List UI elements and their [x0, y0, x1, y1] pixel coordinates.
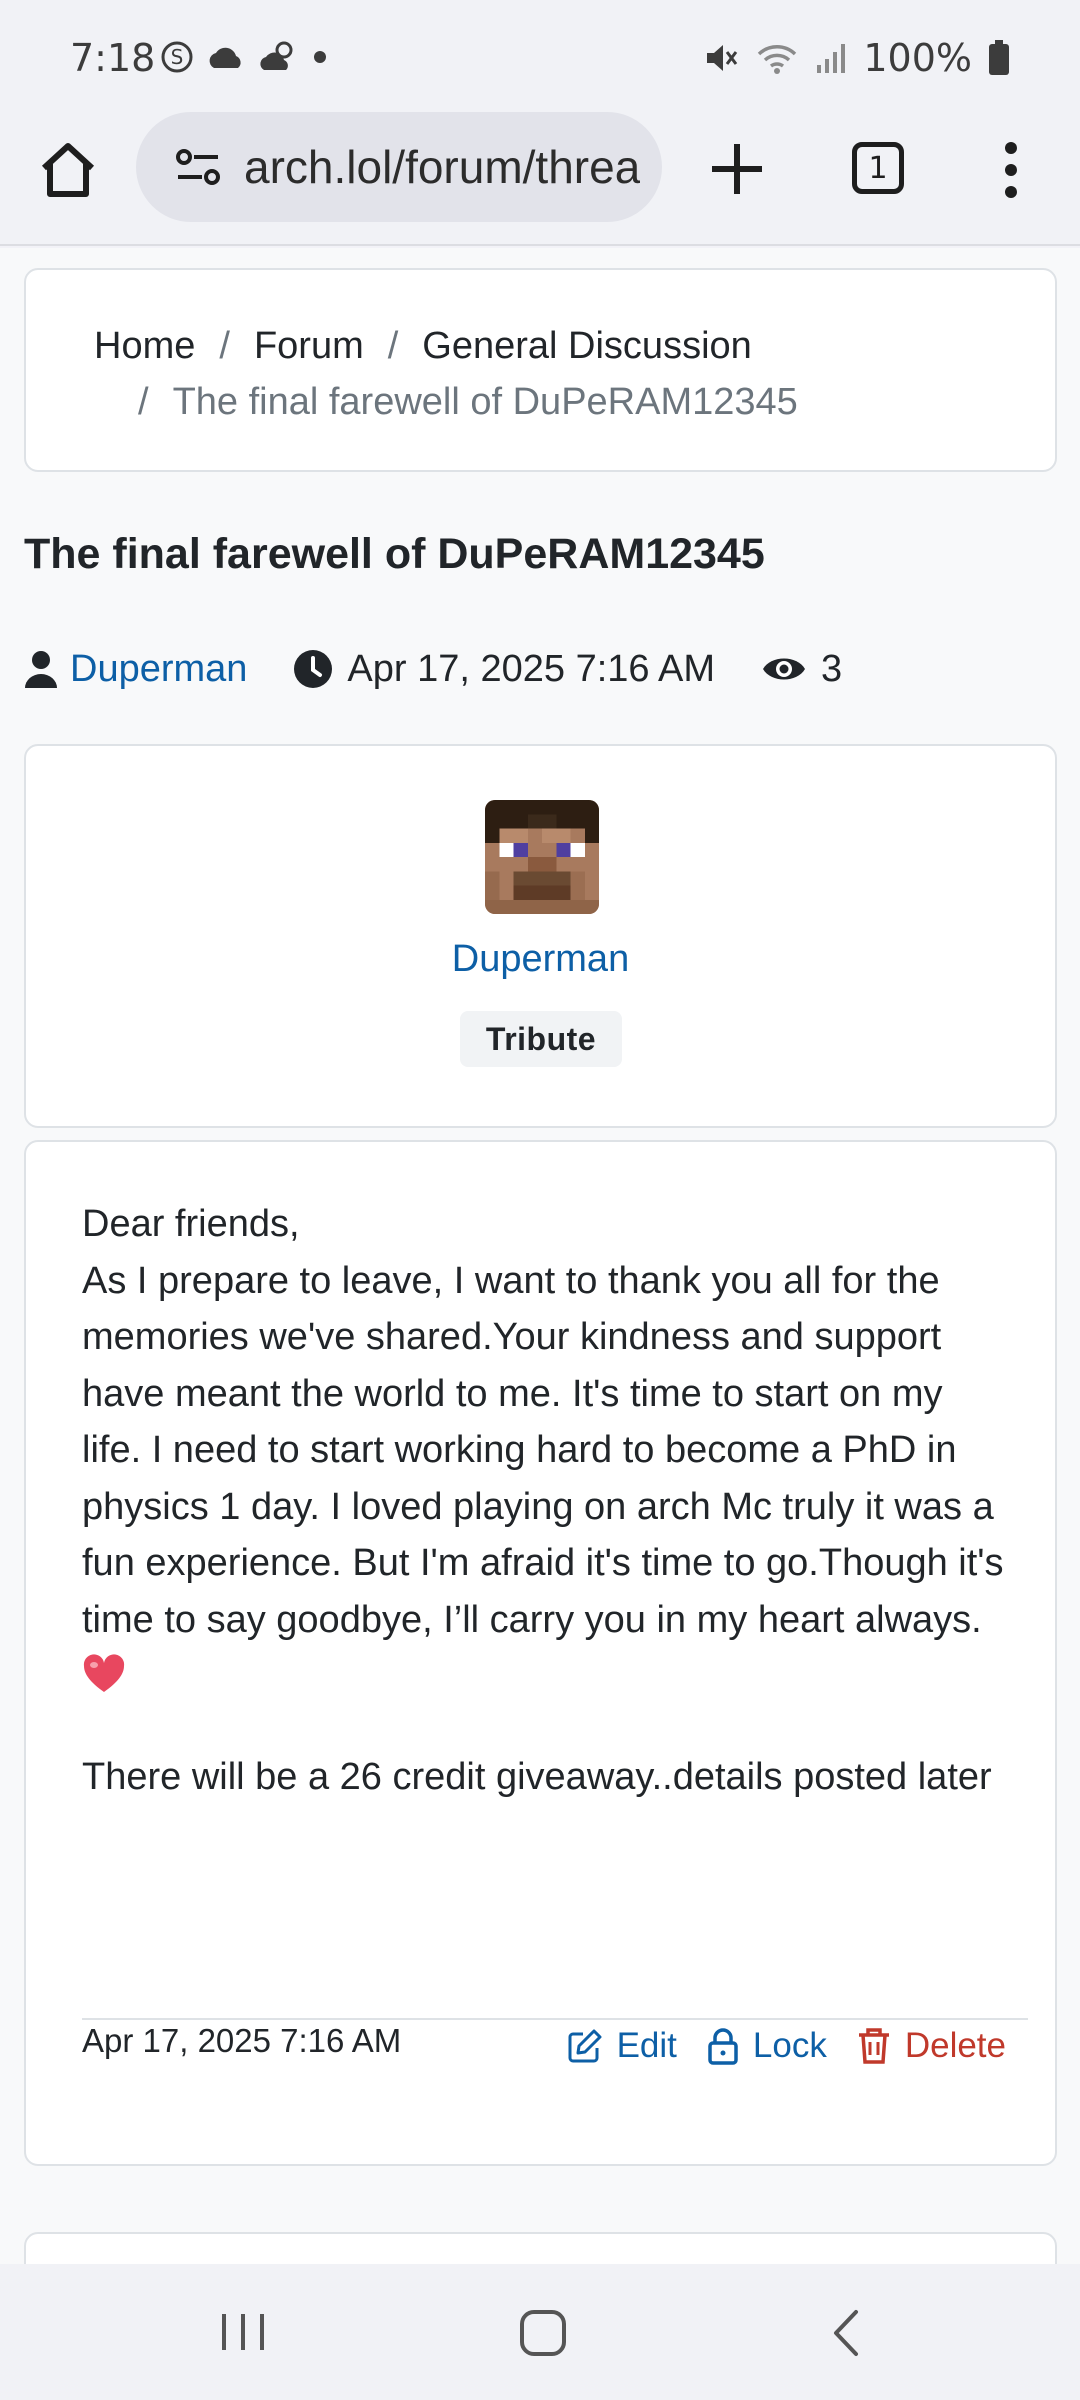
breadcrumb-current: The final farewell of DuPeRAM12345: [172, 381, 798, 423]
battery-icon: [989, 40, 1009, 75]
weather-icon: [260, 41, 293, 70]
status-time: 7:18: [70, 36, 156, 80]
signal-icon: [817, 44, 846, 73]
lock-icon: [708, 2028, 738, 2065]
thread-date: Apr 17, 2025 7:16 AM: [347, 647, 716, 690]
recent-apps-icon[interactable]: [218, 2310, 268, 2354]
delete-button[interactable]: Delete: [857, 2026, 1006, 2066]
breadcrumb-separator: /: [138, 381, 149, 423]
breadcrumb-separator: /: [387, 325, 399, 367]
post-footer: Apr 17, 2025 7:16 AM Edit Lock Delete: [82, 2018, 1028, 2098]
home-nav-icon[interactable]: [518, 2308, 568, 2358]
post-date: Apr 17, 2025 7:16 AM: [82, 2022, 402, 2059]
clock-icon: [294, 650, 333, 688]
lock-button[interactable]: Lock: [707, 2026, 827, 2066]
svg-text:S: S: [171, 45, 184, 69]
edit-label: Edit: [616, 2026, 677, 2065]
avatar[interactable]: [485, 800, 599, 914]
dot-icon: [314, 51, 326, 63]
tab-switcher-button[interactable]: 1: [852, 142, 904, 194]
breadcrumb-separator: /: [219, 325, 230, 367]
author-name-link[interactable]: Duperman: [26, 938, 1055, 981]
home-icon[interactable]: [36, 138, 100, 202]
post-body: Dear friends, As I prepare to leave, I w…: [82, 1196, 1012, 1849]
new-tab-icon[interactable]: [704, 136, 770, 202]
back-icon[interactable]: [826, 2308, 866, 2358]
role-badge: Tribute: [460, 1011, 622, 1067]
status-bar: 7:18 S 100%: [0, 0, 1080, 112]
edit-button[interactable]: Edit: [567, 2026, 677, 2066]
breadcrumb-forum[interactable]: Forum: [254, 318, 364, 374]
post-paragraph: There will be a 26 credit giveaway..deta…: [82, 1755, 992, 1798]
browser-toolbar: arch.lol/forum/threa 1: [0, 112, 1080, 246]
url-text[interactable]: arch.lol/forum/threa: [244, 140, 640, 194]
battery-percent: 100%: [863, 36, 972, 80]
wifi-icon: [758, 45, 797, 74]
url-bar[interactable]: arch.lol/forum/threa: [136, 112, 662, 222]
page-title: The final farewell of DuPeRAM12345: [24, 530, 765, 578]
tab-count: 1: [868, 150, 888, 186]
view-count: 3: [821, 647, 843, 690]
edit-icon: [568, 2029, 602, 2063]
lock-label: Lock: [752, 2026, 827, 2065]
next-post-card: [24, 2232, 1057, 2264]
post-paragraph: Dear friends, As I prepare to leave, I w…: [82, 1203, 1004, 1641]
breadcrumb-home[interactable]: Home: [94, 318, 195, 374]
delete-label: Delete: [904, 2026, 1006, 2065]
eye-icon: [763, 658, 806, 680]
thread-author-link[interactable]: Duperman: [70, 648, 247, 691]
breadcrumb-general-discussion[interactable]: General Discussion: [422, 318, 751, 374]
system-nav-bar: [0, 2264, 1080, 2400]
cloud-icon: [209, 47, 241, 68]
page-content: Home / Forum / General Discussion / The f…: [0, 248, 1080, 2264]
thread-meta: Duperman Apr 17, 2025 7:16 AM 3: [24, 642, 842, 696]
trash-icon: [858, 2028, 889, 2064]
breadcrumb: Home / Forum / General Discussion / The f…: [24, 268, 1057, 472]
mute-icon: [707, 45, 738, 71]
post-card: Dear friends, As I prepare to leave, I w…: [24, 1140, 1057, 2166]
skype-icon: S: [161, 41, 193, 73]
site-settings-icon[interactable]: [174, 145, 222, 189]
more-menu-icon[interactable]: [996, 138, 1026, 202]
author-card: Duperman Tribute: [24, 744, 1057, 1128]
user-icon: [25, 651, 57, 688]
heart-emoji-icon: [83, 1654, 125, 1692]
